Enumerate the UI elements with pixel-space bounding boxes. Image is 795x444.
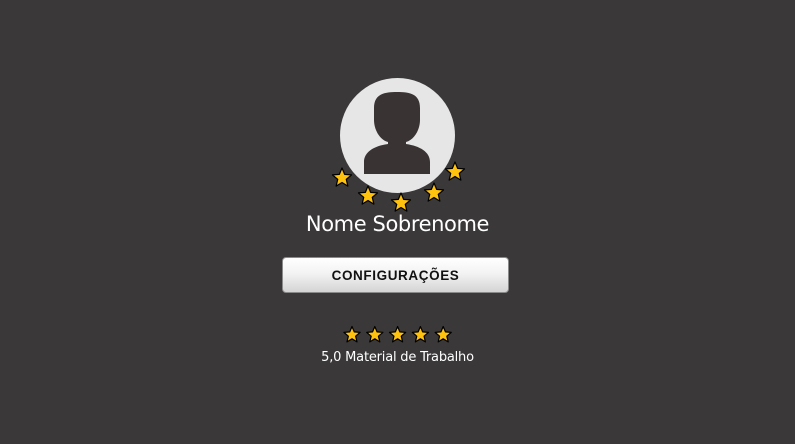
star-icon [411, 325, 430, 343]
star-icon [357, 185, 379, 205]
star-icon [444, 161, 466, 181]
star-icon [331, 167, 353, 187]
rating-category: Material de Trabalho [345, 350, 474, 365]
star-icon [423, 182, 445, 202]
rating-summary: 5,0 Material de Trabalho [0, 350, 795, 365]
avatar [340, 78, 455, 193]
rating-value: 5,0 [321, 350, 342, 365]
user-silhouette-icon [364, 92, 430, 174]
star-icon [388, 325, 407, 343]
star-icon [366, 325, 384, 343]
star-icon [434, 325, 452, 343]
star-icon [390, 192, 412, 212]
star-icon [343, 325, 361, 343]
settings-button[interactable]: CONFIGURAÇÕES [282, 257, 509, 293]
user-name: Nome Sobrenome [305, 212, 490, 236]
